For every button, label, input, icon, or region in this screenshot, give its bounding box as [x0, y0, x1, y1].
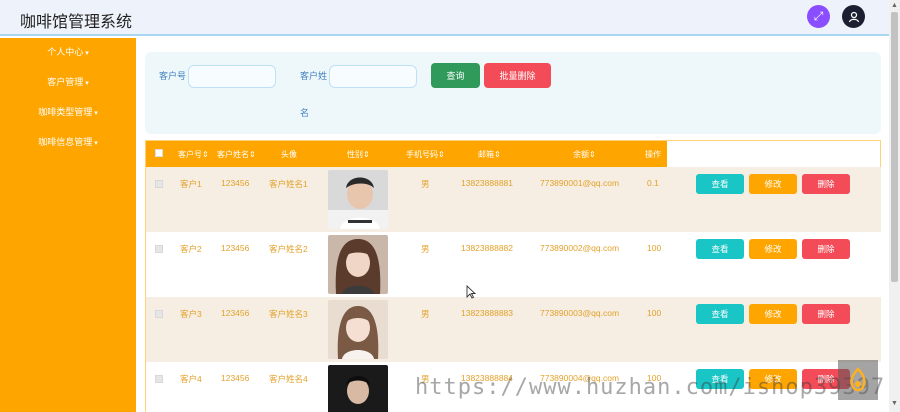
delete-button[interactable]: 删除	[802, 239, 850, 259]
cell-balance: 100	[647, 243, 662, 253]
edit-button[interactable]: 修改	[749, 239, 797, 259]
top-header: 咖啡馆管理系统 ⤢	[0, 0, 889, 36]
header-label: 手机号码	[406, 150, 438, 159]
th-customer-no[interactable]: 客户号⇕	[178, 149, 209, 160]
user-icon[interactable]	[842, 5, 865, 28]
cell-balance: 100	[647, 308, 662, 318]
th-email[interactable]: 邮箱⇕	[478, 149, 501, 160]
th-phone[interactable]: 手机号码⇕	[406, 149, 445, 160]
edit-button[interactable]: 修改	[749, 304, 797, 324]
batch-delete-button[interactable]: 批量删除	[484, 63, 551, 88]
cell-balance: 0.1	[647, 178, 659, 188]
cell-name: 客户姓名2	[269, 244, 308, 254]
table-row: 客户1 123456 客户姓名1 男 13823888881 773890001…	[146, 167, 881, 232]
th-avatar: 头像	[281, 150, 297, 159]
header-label: 邮箱	[478, 150, 494, 159]
sidebar-item-label: 个人中心	[47, 47, 84, 57]
cell-phone: 13823888881	[461, 178, 514, 188]
cell-customer-no: 客户3	[180, 309, 202, 319]
avatar	[328, 365, 388, 412]
mouse-cursor-icon	[466, 284, 477, 304]
cell-name: 客户姓名3	[269, 309, 308, 319]
th-customer-name[interactable]: 客户姓名⇕	[217, 149, 256, 160]
delete-button[interactable]: 删除	[802, 174, 850, 194]
row-checkbox[interactable]	[155, 310, 163, 318]
customer-name-input[interactable]	[329, 65, 417, 88]
table-row: 客户3 123456 客户姓名3 男 13823888883 773890003…	[146, 297, 881, 362]
app-title: 咖啡馆管理系统	[20, 14, 133, 31]
cell-gender: 男	[421, 179, 430, 189]
header-label: 性别	[347, 150, 363, 159]
view-button[interactable]: 查看	[696, 304, 744, 324]
table-row: 客户2 123456 客户姓名2 男 13823888882 773890002…	[146, 232, 881, 297]
chevron-down-icon: ▾	[94, 110, 98, 117]
query-button[interactable]: 查询	[431, 63, 480, 88]
sidebar: 个人中心 ▾ 客户管理 ▾ 咖啡类型管理 ▾ 咖啡信息管理 ▾	[0, 38, 136, 412]
scroll-down-arrow-icon[interactable]: ▼	[891, 400, 898, 407]
avatar	[328, 235, 388, 294]
header-label: 余额	[573, 150, 589, 159]
cell-customer-no: 客户2	[180, 244, 202, 254]
row-checkbox[interactable]	[155, 375, 163, 383]
cell-phone: 13823888883	[461, 308, 514, 318]
select-all-checkbox[interactable]	[155, 149, 163, 157]
header-label: 客户号	[178, 150, 202, 159]
avatar	[328, 170, 388, 229]
cell-email: 773890001@qq.com	[540, 178, 620, 188]
cell-password: 123456	[221, 243, 250, 253]
cell-gender: 男	[421, 244, 430, 254]
view-button[interactable]: 查看	[696, 174, 744, 194]
th-gender[interactable]: 性别⇕	[347, 149, 370, 160]
cell-customer-no: 客户4	[180, 374, 202, 384]
sidebar-item-customer-management[interactable]: 客户管理 ▾	[0, 75, 136, 88]
scroll-up-arrow-icon[interactable]: ▲	[891, 2, 898, 9]
main-content: 客户号 客户姓 名 查询 批量删除 客户号⇕ 客户姓名⇕ 头像 性别⇕ 手机号码…	[136, 38, 889, 412]
customer-no-label: 客户号	[159, 71, 187, 81]
view-button[interactable]: 查看	[696, 239, 744, 259]
sidebar-item-label: 客户管理	[47, 77, 84, 87]
avatar	[328, 300, 388, 359]
header-label: 客户姓名	[217, 150, 249, 159]
cell-password: 123456	[221, 308, 250, 318]
watermark: https://www.huzhan.com/ishop39397	[415, 375, 886, 400]
delete-button[interactable]: 删除	[802, 304, 850, 324]
chevron-down-icon: ▾	[85, 80, 89, 87]
cell-name: 客户姓名1	[269, 179, 308, 189]
sidebar-item-label: 咖啡信息管理	[38, 137, 93, 147]
cell-gender: 男	[421, 309, 430, 319]
chevron-down-icon: ▾	[85, 50, 89, 57]
customer-name-label-wrap: 名	[300, 108, 310, 118]
cell-customer-no: 客户1	[180, 179, 202, 189]
search-panel: 客户号 客户姓 名 查询 批量删除	[145, 52, 881, 134]
customer-table: 客户号⇕ 客户姓名⇕ 头像 性别⇕ 手机号码⇕ 邮箱⇕ 余额⇕ 操作 客户1 1…	[145, 140, 881, 412]
cell-phone: 13823888882	[461, 243, 514, 253]
th-actions: 操作	[645, 150, 661, 159]
table-header: 客户号⇕ 客户姓名⇕ 头像 性别⇕ 手机号码⇕ 邮箱⇕ 余额⇕ 操作	[146, 141, 667, 167]
sidebar-item-personal-center[interactable]: 个人中心 ▾	[0, 45, 136, 58]
watermark-logo-icon	[838, 360, 878, 400]
sidebar-item-coffee-info-management[interactable]: 咖啡信息管理 ▾	[0, 135, 136, 148]
sidebar-item-coffee-type-management[interactable]: 咖啡类型管理 ▾	[0, 105, 136, 118]
row-checkbox[interactable]	[155, 180, 163, 188]
th-balance[interactable]: 余额⇕	[573, 149, 596, 160]
row-checkbox[interactable]	[155, 245, 163, 253]
scroll-thumb[interactable]	[891, 12, 898, 282]
chevron-down-icon: ▾	[94, 140, 98, 147]
customer-name-label: 客户姓	[300, 71, 328, 81]
edit-button[interactable]: 修改	[749, 174, 797, 194]
cell-password: 123456	[221, 373, 250, 383]
cell-password: 123456	[221, 178, 250, 188]
sidebar-item-label: 咖啡类型管理	[38, 107, 93, 117]
expand-icon[interactable]: ⤢	[807, 5, 830, 28]
cell-email: 773890003@qq.com	[540, 308, 620, 318]
cell-name: 客户姓名4	[269, 374, 308, 384]
scrollbar[interactable]: ▲ ▼	[889, 0, 900, 412]
customer-no-input[interactable]	[188, 65, 276, 88]
cell-email: 773890002@qq.com	[540, 243, 620, 253]
